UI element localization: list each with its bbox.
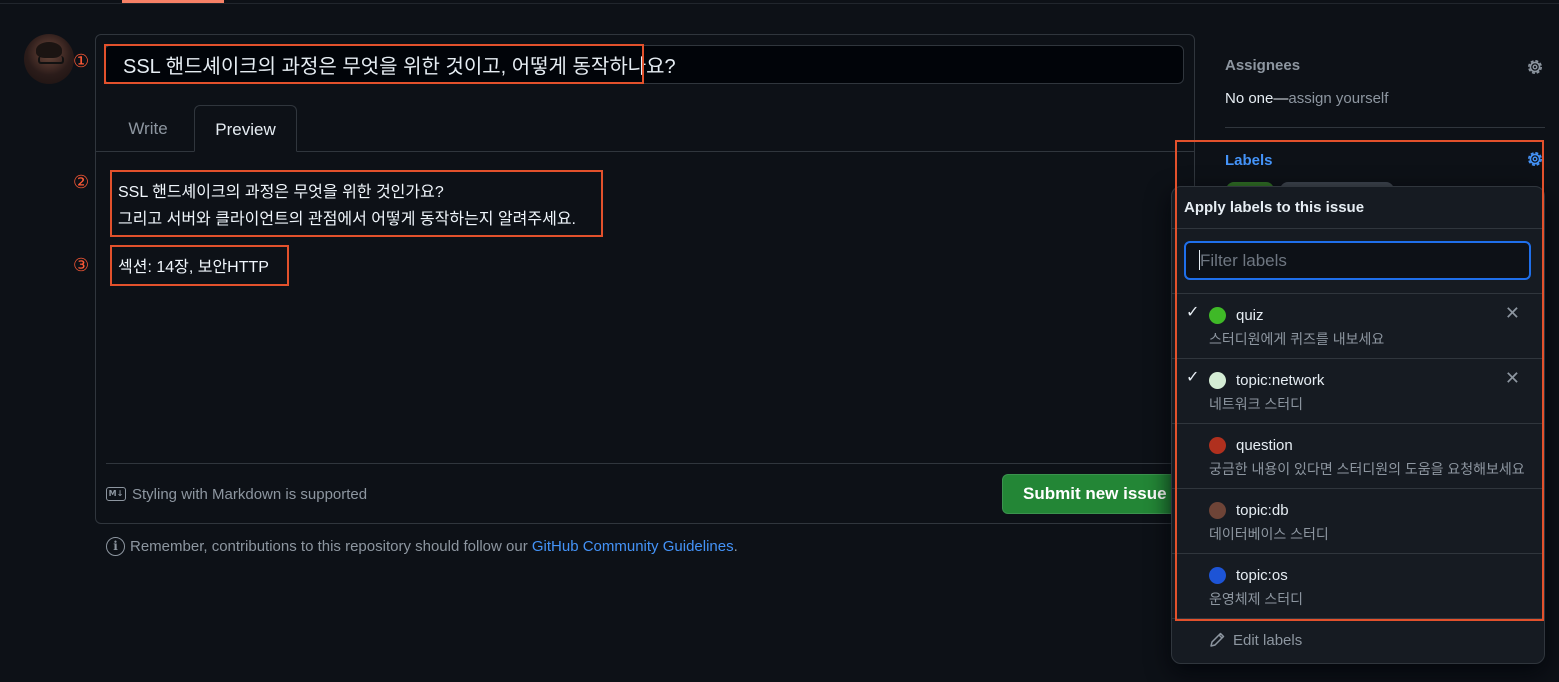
info-icon: i (106, 537, 125, 556)
annotation-3: ③ (73, 255, 90, 276)
annotation-2: ② (73, 172, 90, 193)
community-guidelines-link[interactable]: GitHub Community Guidelines (532, 538, 734, 555)
edit-labels-link[interactable]: Edit labels (1233, 632, 1302, 649)
gear-icon[interactable] (1525, 57, 1545, 77)
markdown-hint[interactable]: Styling with Markdown is supported (132, 486, 367, 503)
top-divider (0, 3, 1559, 4)
highlight-box-title (104, 44, 644, 84)
annotation-1: ① (73, 51, 90, 72)
highlight-box-body (110, 170, 603, 237)
assignees-value: No one—assign yourself (1225, 90, 1388, 107)
avatar[interactable] (24, 34, 74, 84)
guidelines-prefix: Remember, contributions to this reposito… (130, 538, 532, 555)
editor-footer-divider (106, 463, 1184, 464)
pencil-icon (1210, 632, 1225, 647)
highlight-box-labels (1175, 140, 1544, 621)
markdown-icon: M↓ (106, 487, 126, 501)
tab-write[interactable]: Write (110, 105, 186, 152)
guidelines-suffix: . (733, 538, 738, 555)
assignees-none: No one— (1225, 90, 1289, 107)
assign-yourself-link[interactable]: assign yourself (1288, 90, 1388, 107)
tab-preview[interactable]: Preview (194, 105, 297, 152)
active-nav-underline (122, 0, 224, 3)
highlight-box-section (110, 245, 289, 286)
sidebar-divider (1225, 127, 1545, 128)
submit-new-issue-button[interactable]: Submit new issue (1002, 474, 1180, 514)
assignees-heading[interactable]: Assignees (1225, 57, 1300, 74)
guidelines-notice: Remember, contributions to this reposito… (130, 538, 738, 555)
